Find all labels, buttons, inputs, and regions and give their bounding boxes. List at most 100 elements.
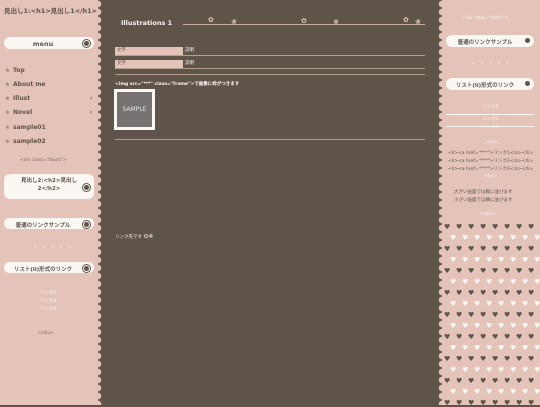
heart-icon: ♥ <box>504 311 511 319</box>
block-code: <div class="block"> <box>20 158 67 163</box>
heart-icon: ♥ <box>474 278 481 286</box>
heart-icon: ♥ <box>480 399 487 407</box>
heart-icon: ♥ <box>522 366 529 374</box>
crown-icon: ♔ <box>5 96 10 102</box>
heart-pattern: ♥ ♥ ♥ ♥ ♥ ♥ ♥ ♥ ♥ ♥ ♥ ♥ ♥ ♥ ♥ ♥ ♥ ♥ ♥ ♥ ♥ ♥ ♥ ♥ ♥ ♥ ♥ ♥ ♥ ♥ ♥ ♥ ♥ ♥ ♥ ♥ ♥ ♥ ♥ ♥… <box>442 222 540 407</box>
link-text[interactable]: リンク先です ✿❀ <box>115 233 154 240</box>
definition-row: 文字 説明 <box>115 47 425 56</box>
note-line: 小さい画面では横に並びます <box>454 198 513 203</box>
link-sample-box[interactable]: 普通のリンクサンプル <box>4 218 94 229</box>
definition-desc: 説明 <box>185 61 194 66</box>
list-link-3[interactable]: リンク3 <box>40 306 56 312</box>
menu-item-about[interactable]: ♔ About me <box>4 81 45 88</box>
definition-term: 文字 <box>115 60 183 68</box>
menu-item-sample01[interactable]: ♔ sample01 <box>4 124 46 131</box>
heart-icon: ♥ <box>444 399 451 407</box>
h2-label: 見出し2:<h2>見出し2</h2> <box>21 178 77 192</box>
menu-item-illust[interactable]: ♔ Illust › <box>4 95 92 102</box>
menu-item-label: sample01 <box>13 124 46 131</box>
menu-header[interactable]: menu <box>4 37 94 49</box>
menu-item-label: sample02 <box>13 138 46 145</box>
dots-divider: • • • • • <box>34 245 74 251</box>
divider <box>115 74 425 75</box>
heart-icon: ♥ <box>516 223 523 231</box>
heart-icon: ♥ <box>456 311 463 319</box>
heart-icon: ♥ <box>510 234 517 242</box>
heart-icon: ♥ <box>468 223 475 231</box>
flower-icon <box>83 184 90 191</box>
site-title[interactable]: 見出し1:<h1>見出し1</h1> <box>4 5 97 15</box>
list-link-3[interactable]: リンク3 <box>482 124 498 130</box>
heart-icon: ♥ <box>450 388 457 396</box>
heart-icon: ♥ <box>534 278 540 286</box>
heart-icon: ♥ <box>528 245 535 253</box>
code-line: <li><a href="***">リンク1</a></li> <box>448 151 534 156</box>
heart-icon: ♥ <box>516 267 523 275</box>
rose-icon: ✿ <box>208 16 214 24</box>
heart-icon: ♥ <box>534 388 540 396</box>
heart-icon: ♥ <box>492 267 499 275</box>
heart-icon: ♥ <box>492 399 499 407</box>
list-link-2[interactable]: リンク2 <box>482 116 498 122</box>
heart-icon: ♥ <box>498 300 505 308</box>
heart-icon: ♥ <box>480 245 487 253</box>
heart-icon: ♥ <box>444 289 451 297</box>
heart-icon: ♥ <box>456 267 463 275</box>
heart-icon: ♥ <box>534 300 540 308</box>
heart-icon: ♥ <box>462 300 469 308</box>
heart-icon: ♥ <box>474 344 481 352</box>
heart-icon: ♥ <box>492 377 499 385</box>
heart-icon: ♥ <box>492 223 499 231</box>
menu-item-label: Illust <box>13 95 31 102</box>
list-link-1[interactable]: リンク1 <box>40 290 56 296</box>
list-link-2[interactable]: リンク2 <box>40 298 56 304</box>
menu-item-sample02[interactable]: ♔ sample02 <box>4 138 46 145</box>
heart-icon: ♥ <box>522 256 529 264</box>
heart-icon: ♥ <box>516 399 523 407</box>
heart-icon: ♥ <box>498 278 505 286</box>
flower-icon <box>83 221 90 228</box>
heart-icon: ♥ <box>510 388 517 396</box>
list-link-1[interactable]: リンク1 <box>482 104 498 110</box>
sample-image: SAMPLE <box>117 92 152 127</box>
heart-icon: ♥ <box>522 234 529 242</box>
rose-icon: ❀ <box>231 18 237 26</box>
block-close: </div> <box>480 212 496 217</box>
heart-icon: ♥ <box>528 267 535 275</box>
heart-icon: ♥ <box>498 234 505 242</box>
heart-icon: ♥ <box>498 322 505 330</box>
heart-icon: ♥ <box>468 333 475 341</box>
heart-icon: ♥ <box>522 278 529 286</box>
crown-icon: ♔ <box>5 125 10 131</box>
flower-icon <box>525 81 530 86</box>
left-sidebar: 見出し1:<h1>見出し1</h1> menu ♔ Top ♔ About me ♔… <box>0 0 98 405</box>
heart-icon: ♥ <box>468 399 475 407</box>
heart-icon: ♥ <box>486 388 493 396</box>
heart-icon: ♥ <box>522 388 529 396</box>
rose-icon: ✿❀ <box>143 233 154 240</box>
heart-icon: ♥ <box>498 366 505 374</box>
link-sample-box[interactable]: 普通のリンクサンプル <box>446 35 534 47</box>
heart-icon: ♥ <box>480 289 487 297</box>
heart-icon: ♥ <box>462 278 469 286</box>
heart-icon: ♥ <box>444 355 451 363</box>
definition-row: 文字 説明 <box>115 60 425 69</box>
heart-icon: ♥ <box>528 377 535 385</box>
heart-icon: ♥ <box>504 223 511 231</box>
menu-item-novel[interactable]: ♔ Novel › <box>4 109 92 116</box>
rose-icon: ❀ <box>415 18 421 26</box>
heart-icon: ♥ <box>450 300 457 308</box>
heart-icon: ♥ <box>450 278 457 286</box>
heart-icon: ♥ <box>480 267 487 275</box>
heart-icon: ♥ <box>498 388 505 396</box>
heart-icon: ♥ <box>450 344 457 352</box>
heart-icon: ♥ <box>528 355 535 363</box>
menu-item-top[interactable]: ♔ Top <box>4 67 24 74</box>
heart-icon: ♥ <box>504 355 511 363</box>
heart-icon: ♥ <box>468 311 475 319</box>
heart-icon: ♥ <box>444 311 451 319</box>
heart-icon: ♥ <box>480 333 487 341</box>
flower-icon <box>525 38 530 43</box>
flower-icon <box>83 40 90 47</box>
heart-icon: ♥ <box>480 223 487 231</box>
